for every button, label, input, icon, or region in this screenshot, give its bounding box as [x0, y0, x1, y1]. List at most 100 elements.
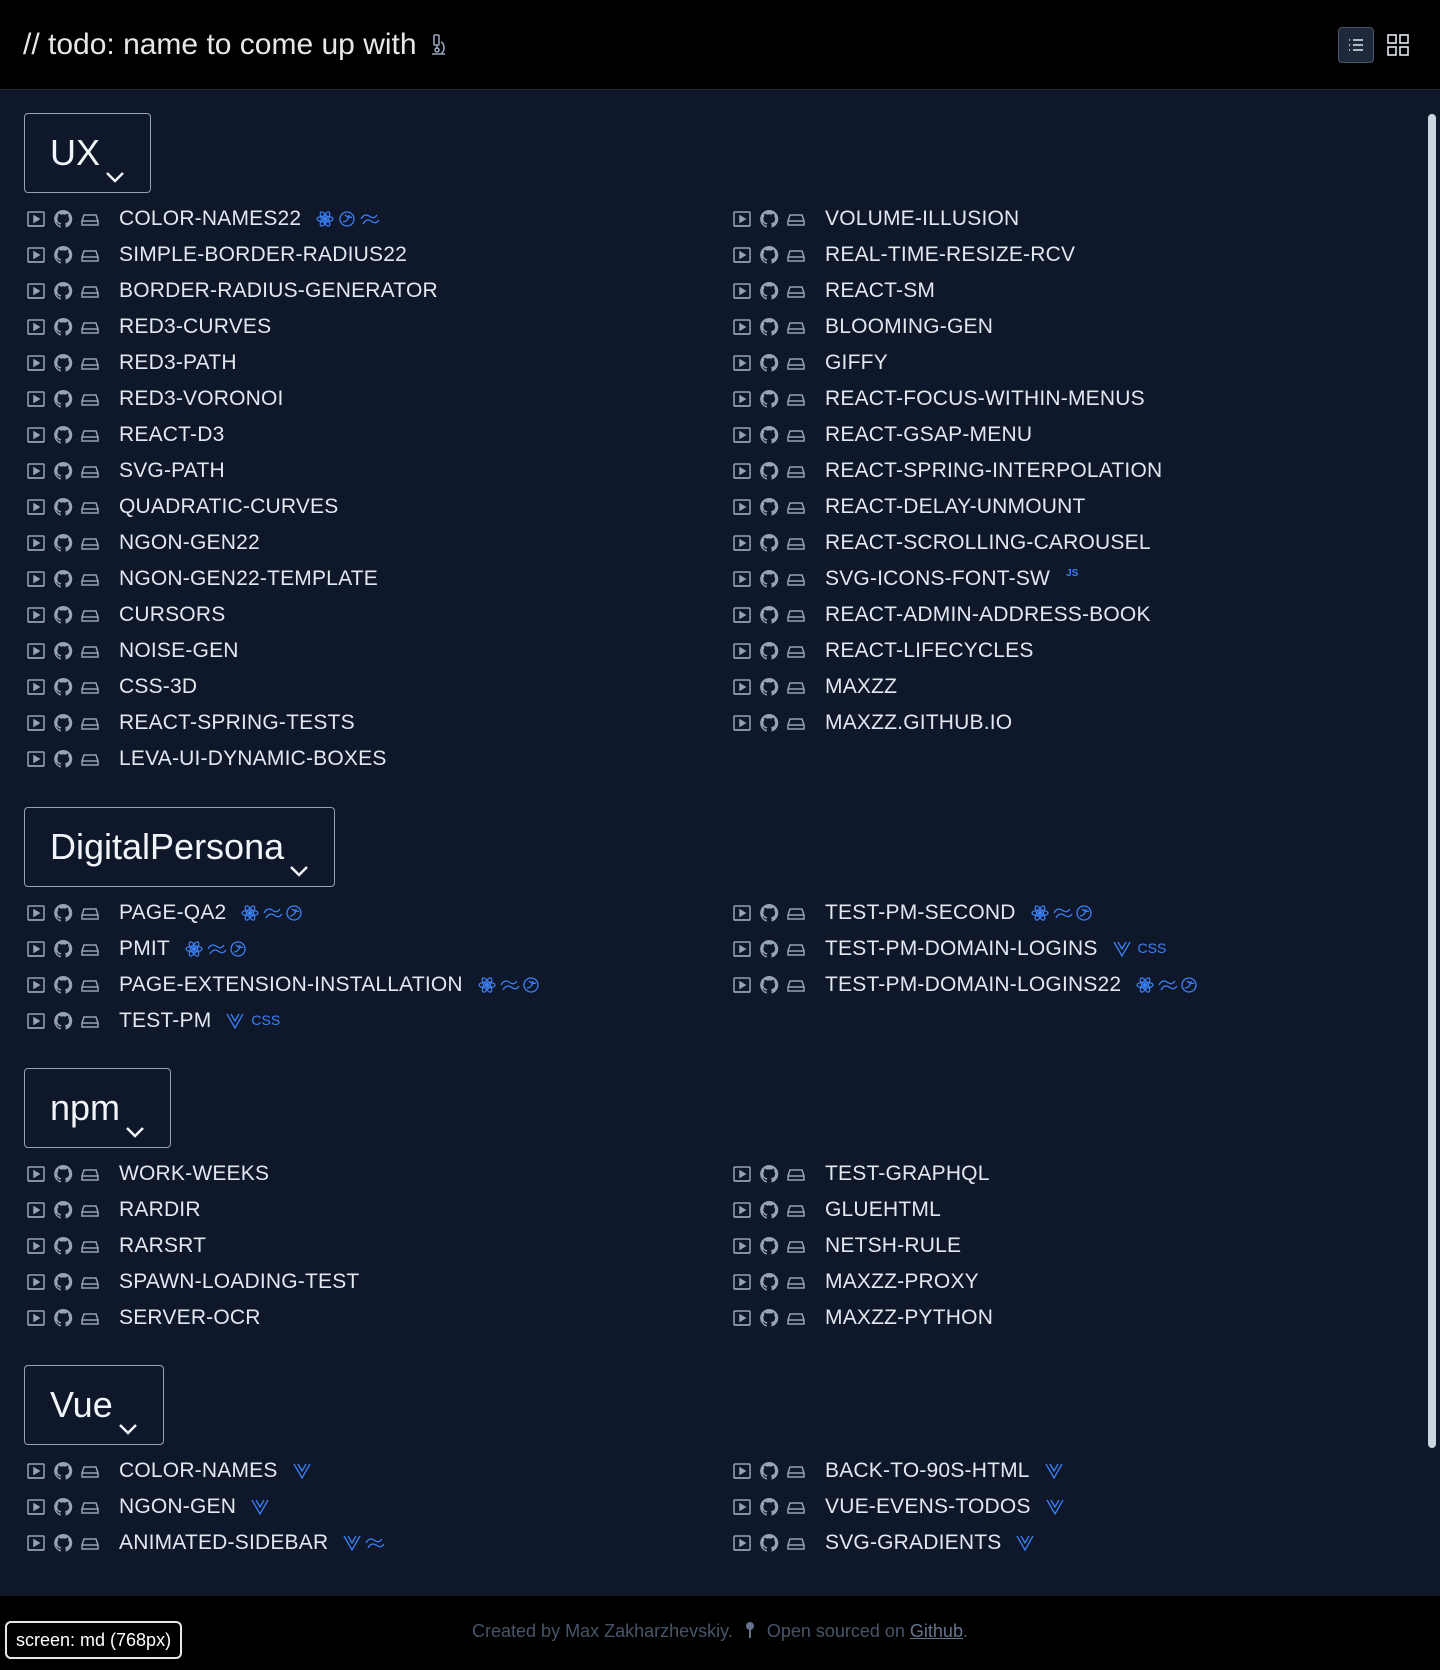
github-icon[interactable] — [759, 317, 779, 337]
demo-play-icon[interactable] — [26, 713, 46, 733]
github-icon[interactable] — [53, 1164, 73, 1184]
hard-drive-icon[interactable] — [80, 1164, 100, 1184]
github-icon[interactable] — [759, 975, 779, 995]
github-icon[interactable] — [53, 569, 73, 589]
hard-drive-icon[interactable] — [80, 641, 100, 661]
hard-drive-icon[interactable] — [786, 425, 806, 445]
github-icon[interactable] — [759, 1164, 779, 1184]
project-name[interactable]: REACT-D3 — [119, 423, 224, 447]
github-icon[interactable] — [53, 245, 73, 265]
section-toggle-ux[interactable]: UX — [24, 113, 152, 193]
demo-play-icon[interactable] — [732, 975, 752, 995]
github-icon[interactable] — [53, 903, 73, 923]
project-name[interactable]: NOISE-GEN — [119, 639, 239, 663]
hard-drive-icon[interactable] — [786, 975, 806, 995]
github-icon[interactable] — [759, 425, 779, 445]
demo-play-icon[interactable] — [26, 903, 46, 923]
list-view-button[interactable] — [1338, 27, 1374, 63]
hard-drive-icon[interactable] — [80, 1461, 100, 1481]
hard-drive-icon[interactable] — [786, 1164, 806, 1184]
demo-play-icon[interactable] — [26, 749, 46, 769]
hard-drive-icon[interactable] — [786, 1200, 806, 1220]
demo-play-icon[interactable] — [26, 1236, 46, 1256]
demo-play-icon[interactable] — [26, 677, 46, 697]
github-icon[interactable] — [759, 1236, 779, 1256]
demo-play-icon[interactable] — [26, 209, 46, 229]
hard-drive-icon[interactable] — [80, 569, 100, 589]
hard-drive-icon[interactable] — [80, 497, 100, 517]
demo-play-icon[interactable] — [26, 533, 46, 553]
demo-play-icon[interactable] — [26, 389, 46, 409]
demo-play-icon[interactable] — [26, 497, 46, 517]
hard-drive-icon[interactable] — [80, 1272, 100, 1292]
hard-drive-icon[interactable] — [80, 245, 100, 265]
project-name[interactable]: REACT-SM — [825, 279, 935, 303]
hard-drive-icon[interactable] — [80, 425, 100, 445]
hard-drive-icon[interactable] — [80, 1200, 100, 1220]
project-name[interactable]: LEVA-UI-DYNAMIC-BOXES — [119, 747, 387, 771]
github-icon[interactable] — [53, 1272, 73, 1292]
demo-play-icon[interactable] — [26, 975, 46, 995]
project-name[interactable]: MAXZZ-PROXY — [825, 1270, 979, 1294]
project-name[interactable]: GLUEHTML — [825, 1198, 941, 1222]
project-name[interactable]: NGON-GEN — [119, 1495, 236, 1519]
hard-drive-icon[interactable] — [80, 939, 100, 959]
demo-play-icon[interactable] — [26, 641, 46, 661]
demo-play-icon[interactable] — [732, 1272, 752, 1292]
demo-play-icon[interactable] — [732, 1497, 752, 1517]
demo-play-icon[interactable] — [732, 209, 752, 229]
demo-play-icon[interactable] — [732, 1533, 752, 1553]
github-icon[interactable] — [53, 425, 73, 445]
demo-play-icon[interactable] — [732, 1164, 752, 1184]
github-icon[interactable] — [53, 677, 73, 697]
hard-drive-icon[interactable] — [786, 497, 806, 517]
project-name[interactable]: REAL-TIME-RESIZE-RCV — [825, 243, 1075, 267]
hard-drive-icon[interactable] — [80, 1011, 100, 1031]
github-icon[interactable] — [759, 281, 779, 301]
projects-main[interactable]: UX COLOR-NAMES22 SIMPLE-BORDER-RADIUS22 BOR… — [0, 91, 1440, 1596]
github-icon[interactable] — [759, 641, 779, 661]
project-name[interactable]: CSS-3D — [119, 675, 197, 699]
section-toggle-vue[interactable]: Vue — [24, 1365, 164, 1445]
project-name[interactable]: RED3-VORONOI — [119, 387, 284, 411]
hard-drive-icon[interactable] — [80, 903, 100, 923]
hard-drive-icon[interactable] — [786, 209, 806, 229]
github-icon[interactable] — [53, 605, 73, 625]
github-icon[interactable] — [759, 209, 779, 229]
demo-play-icon[interactable] — [732, 903, 752, 923]
hard-drive-icon[interactable] — [786, 641, 806, 661]
demo-play-icon[interactable] — [732, 281, 752, 301]
demo-play-icon[interactable] — [732, 569, 752, 589]
project-name[interactable]: VUE-EVENS-TODOS — [825, 1495, 1031, 1519]
project-name[interactable]: MAXZZ-PYTHON — [825, 1306, 993, 1330]
hard-drive-icon[interactable] — [786, 461, 806, 481]
grid-view-button[interactable] — [1380, 27, 1416, 63]
github-icon[interactable] — [759, 939, 779, 959]
hard-drive-icon[interactable] — [786, 569, 806, 589]
demo-play-icon[interactable] — [26, 1200, 46, 1220]
hard-drive-icon[interactable] — [80, 713, 100, 733]
project-name[interactable]: REACT-SCROLLING-CAROUSEL — [825, 531, 1151, 555]
project-name[interactable]: NETSH-RULE — [825, 1234, 961, 1258]
project-name[interactable]: TEST-PM-SECOND — [825, 901, 1016, 925]
demo-play-icon[interactable] — [26, 461, 46, 481]
github-icon[interactable] — [53, 1497, 73, 1517]
hard-drive-icon[interactable] — [80, 281, 100, 301]
project-name[interactable]: RARSRT — [119, 1234, 206, 1258]
github-icon[interactable] — [759, 1533, 779, 1553]
hard-drive-icon[interactable] — [786, 1461, 806, 1481]
project-name[interactable]: RARDIR — [119, 1198, 201, 1222]
project-name[interactable]: COLOR-NAMES22 — [119, 207, 301, 231]
project-name[interactable]: REACT-GSAP-MENU — [825, 423, 1032, 447]
demo-play-icon[interactable] — [732, 461, 752, 481]
github-icon[interactable] — [759, 497, 779, 517]
github-link[interactable]: Github — [910, 1621, 963, 1641]
hard-drive-icon[interactable] — [786, 317, 806, 337]
hard-drive-icon[interactable] — [786, 1308, 806, 1328]
demo-play-icon[interactable] — [26, 1272, 46, 1292]
github-icon[interactable] — [53, 939, 73, 959]
project-name[interactable]: TEST-PM — [119, 1009, 211, 1033]
github-icon[interactable] — [53, 1308, 73, 1328]
github-icon[interactable] — [759, 245, 779, 265]
demo-play-icon[interactable] — [26, 569, 46, 589]
